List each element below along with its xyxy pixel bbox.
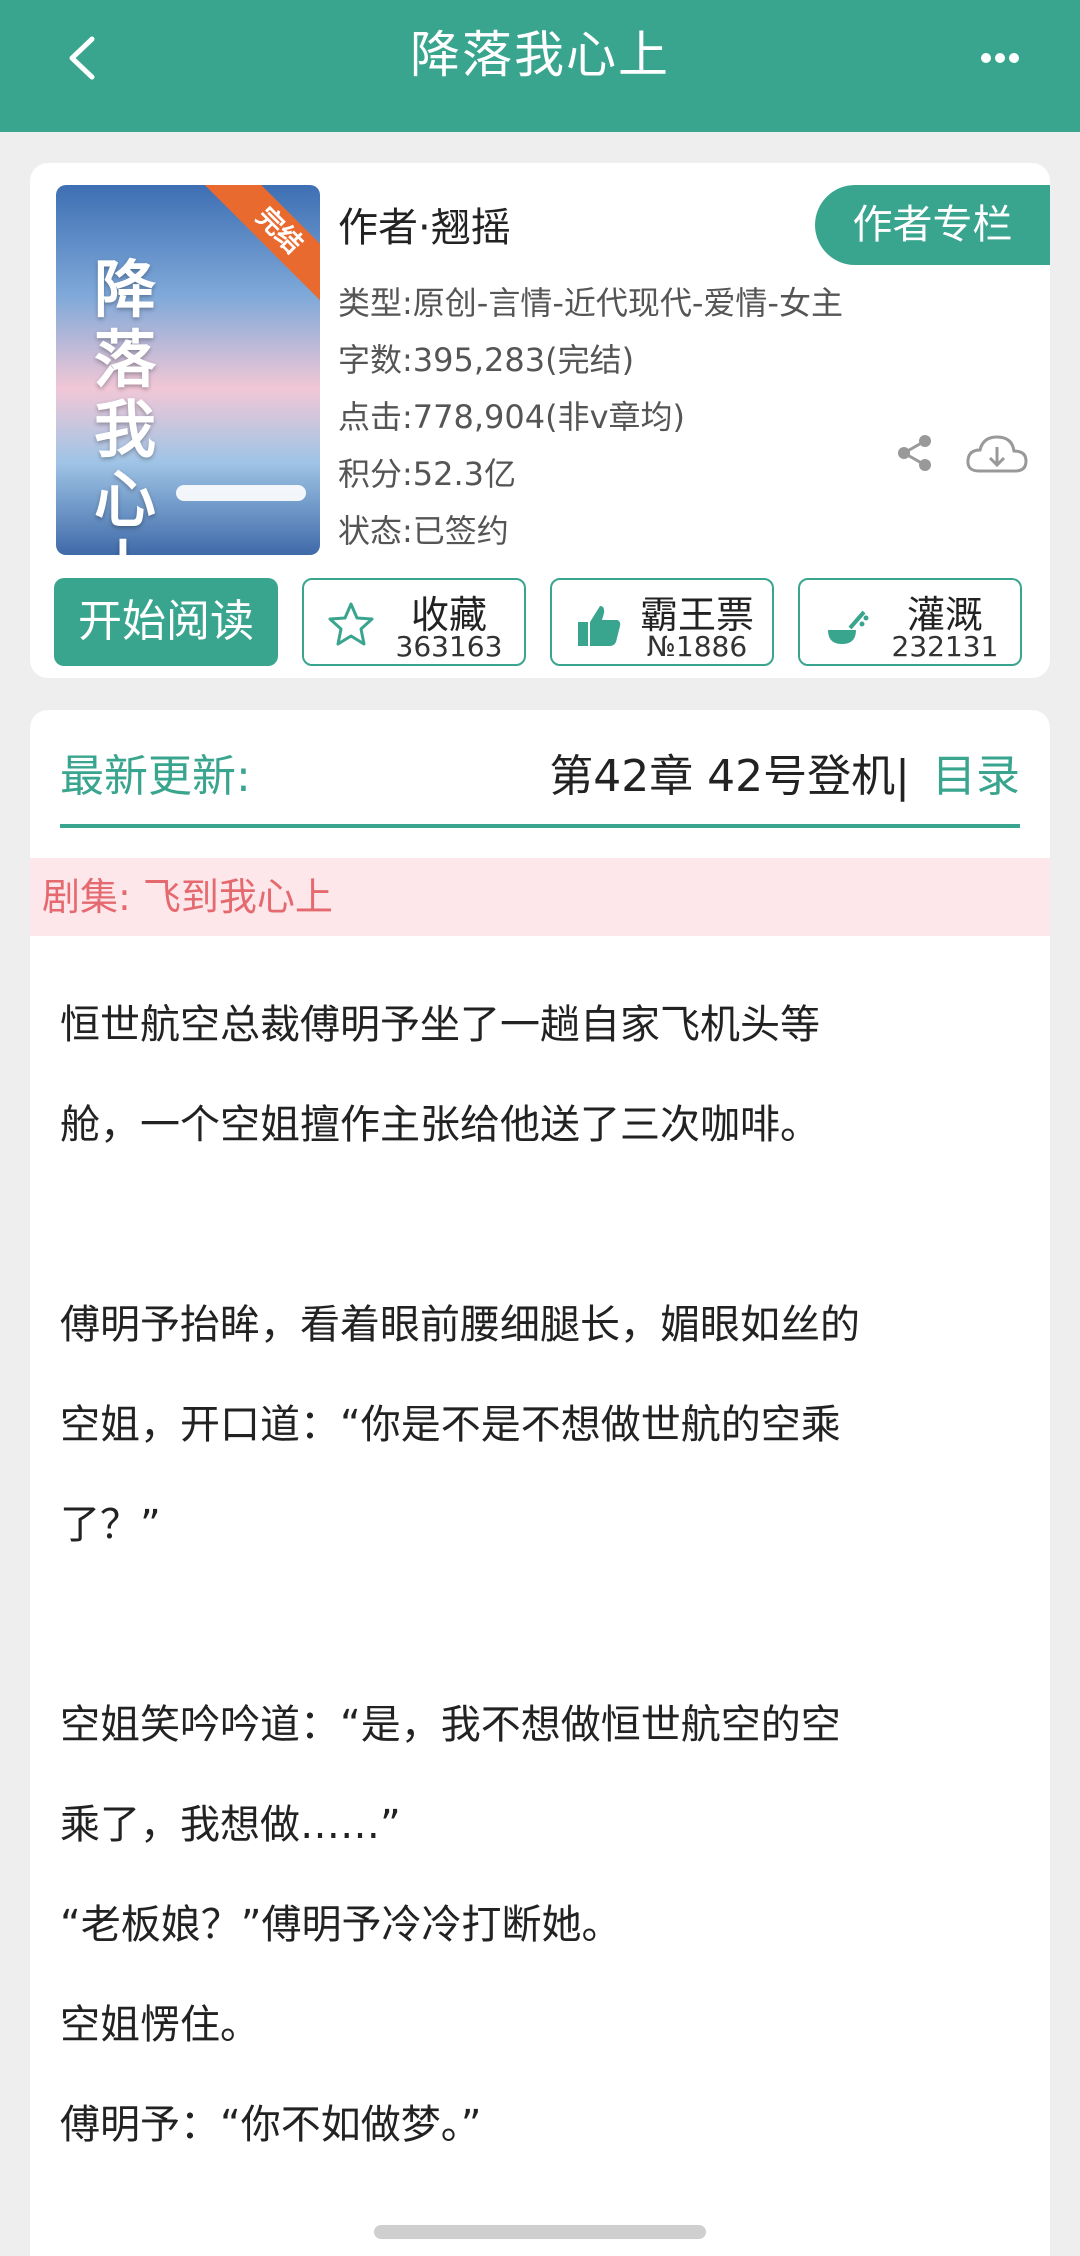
synopsis-line: 傅明予：“你不如做梦。” [60,2102,482,2148]
author-name[interactable]: 作者·翘摇 [338,195,511,253]
latest-chapter-link[interactable]: 第42章 42号登机| [549,740,910,804]
synopsis-line: 舱，一个空姐擅作主张给他送了三次咖啡。 [60,1102,820,1148]
synopsis-line [60,1175,1020,1275]
synopsis-line: 傅明予抬眸，看着眼前腰细腿长，媚眼如丝的 [60,1302,860,1348]
ticket-button[interactable]: 霸王票 №1886 [550,578,774,666]
ticket-rank: №1886 [646,630,748,663]
synopsis-line: 恒世航空总裁傅明予坐了一趟自家飞机头等 [60,1002,820,1048]
section-divider [60,824,1020,828]
cover-title: 降落我心上 [94,253,157,556]
sign-status: 状态:已签约 [338,512,509,550]
share-icon[interactable] [895,433,935,473]
synopsis-line: 乘了，我想做……” [60,1802,401,1848]
cloud-download-icon[interactable] [965,433,1029,477]
water-count: 232131 [891,630,999,663]
score: 积分:52.3亿 [338,455,517,493]
synopsis-line: 空姐，开口道：“你是不是不想做世航的空乘 [60,1402,841,1448]
star-icon [328,602,374,646]
watering-icon [828,610,869,644]
synopsis-line: 了？” [60,1502,161,1548]
page-title: 降落我心上 [410,26,670,84]
collect-button[interactable]: 收藏 363163 [302,578,526,666]
synopsis-line: 空姐愣住。 [60,2002,260,2048]
start-reading-button[interactable]: 开始阅读 [54,578,278,666]
synopsis-line: 空姐笑吟吟道：“是，我不想做恒世航空的空 [60,1702,841,1748]
thumbs-up-icon [578,606,621,646]
action-button-row: 开始阅读 收藏 363163 霸王票 №1886 灌溉 232131 [54,578,1022,666]
synopsis: 恒世航空总裁傅明予坐了一趟自家飞机头等 舱，一个空姐擅作主张给他送了三次咖啡。 … [60,975,1020,2175]
synopsis-line [60,1575,1020,1675]
collect-count: 363163 [395,630,503,663]
cover-plane-graphic [176,485,306,501]
table-of-contents-link[interactable]: 目录 [932,740,1020,804]
home-indicator[interactable] [374,2225,706,2239]
word-count: 字数:395,283(完结) [338,341,635,379]
series-banner[interactable]: 剧集: 飞到我心上 [30,858,1050,936]
author-column-button[interactable]: 作者专栏 [815,185,1050,265]
click-count: 点击:778,904(非v章均) [338,398,686,436]
book-info-card: 降落我心上 完结 作者·翘摇 作者专栏 类型:原创-言情-近代现代-爱情-女主 … [30,163,1050,678]
latest-update-label: 最新更新: [60,751,251,802]
share-download-group [895,433,1029,477]
synopsis-line: “老板娘？”傅明予冷冷打断她。 [60,1902,622,1948]
completed-badge: 完结 [204,185,320,306]
top-bar: 降落我心上 [0,0,1080,132]
water-button[interactable]: 灌溉 232131 [798,578,1022,666]
book-cover[interactable]: 降落我心上 完结 [56,185,320,555]
more-options-button[interactable] [960,28,1040,88]
content-card: 最新更新: 第42章 42号登机| 目录 剧集: 飞到我心上 恒世航空总裁傅明予… [30,710,1050,2256]
more-dots-icon [981,53,1019,63]
book-type: 类型:原创-言情-近代现代-爱情-女主 [338,284,843,322]
